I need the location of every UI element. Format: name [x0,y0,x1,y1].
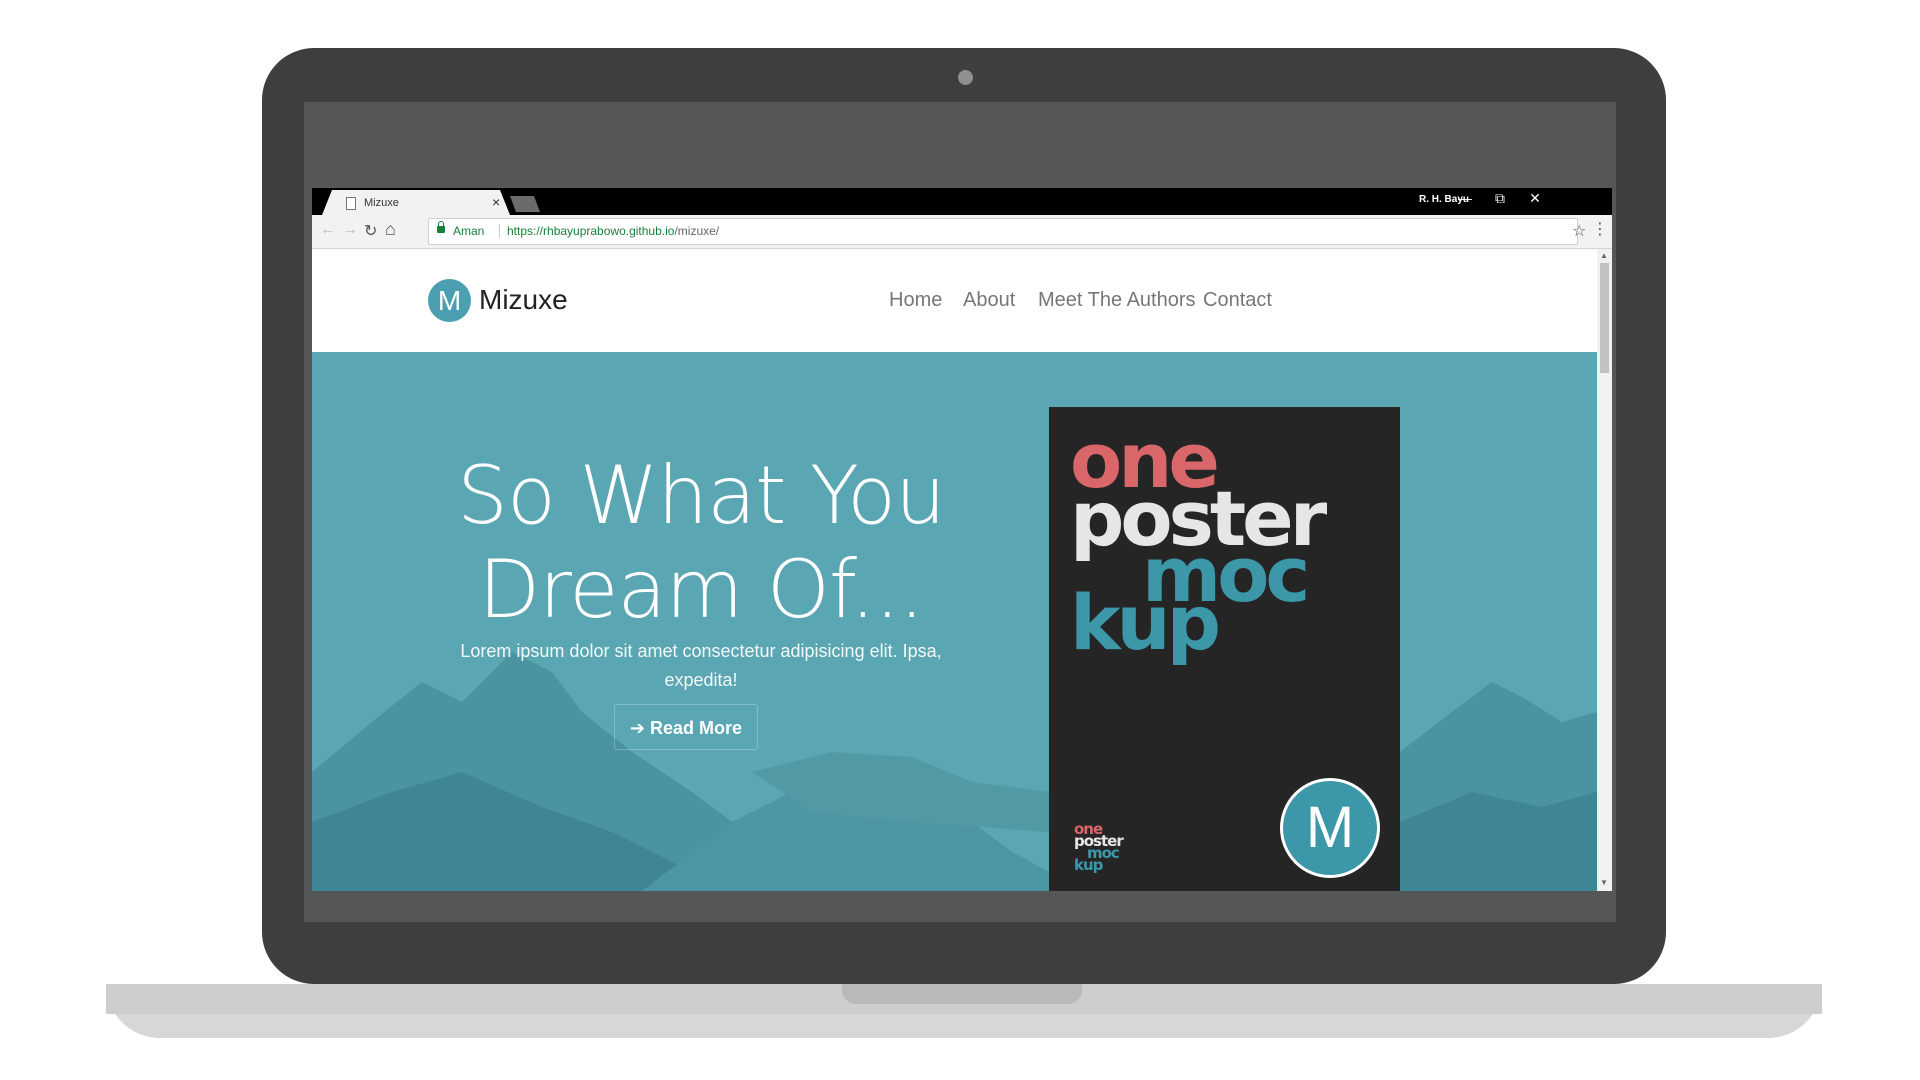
lock-icon [437,221,445,233]
camera-dot [958,70,973,85]
home-icon[interactable]: ⌂ [385,219,396,240]
back-icon[interactable]: ← [320,221,336,239]
hero-description: Lorem ipsum dolor sit amet consectetur a… [460,641,942,690]
browser-titlebar: Mizuxe × R. H. Bayu — ⧉ ✕ [312,188,1612,215]
close-window-icon[interactable]: ✕ [1525,190,1545,207]
address-bar[interactable]: Aman https://rhbayuprabowo.github.io/miz… [428,218,1586,245]
browser-toolbar: ← → ↻ ⌂ Aman https://rhbayuprabowo.githu… [312,215,1612,249]
browser-window: Mizuxe × R. H. Bayu — ⧉ ✕ ← → ↻ ⌂ Aman h… [312,188,1612,891]
hero-title: So What You Dream Of... [432,449,970,637]
browser-tab[interactable]: Mizuxe × [322,190,510,215]
hero-title-line-2: Dream Of... [478,543,925,636]
web-page: M Mizuxe Home About Meet The Authors Con… [312,249,1597,891]
address-divider [499,224,500,238]
browser-menu-icon[interactable]: ⋮ [1592,219,1608,239]
minimize-icon[interactable]: — [1455,190,1475,206]
brand-name[interactable]: Mizuxe [479,284,568,316]
read-more-button[interactable]: ➔ Read More [614,704,758,750]
laptop-notch [842,984,1082,1004]
scroll-up-icon[interactable]: ▲ [1600,251,1608,260]
url-path: /mizuxe/ [674,224,720,238]
nav-about[interactable]: About [963,289,1015,312]
forward-icon[interactable]: → [342,221,358,239]
poster-word-kup: kup [1070,578,1221,667]
bookmark-star-icon[interactable]: ☆ [1572,221,1586,241]
tab-title: Mizuxe [364,197,399,209]
arrow-right-icon: ➔ [629,718,646,738]
scroll-down-icon[interactable]: ▼ [1600,878,1608,887]
page-scrollbar[interactable]: ▲ ▼ [1597,249,1612,891]
brand-logo[interactable]: M [428,279,471,322]
page-icon [346,197,356,210]
poster-mockup: one poster moc kup one poster moc kup M [1049,407,1400,891]
nav-contact[interactable]: Contact [1203,289,1272,312]
close-tab-icon[interactable]: × [492,194,500,210]
secure-label: Aman [453,224,485,238]
new-tab-button[interactable] [510,196,540,212]
nav-home[interactable]: Home [889,289,942,312]
poster-mini-kup: kup [1074,856,1103,874]
reload-icon[interactable]: ↻ [364,221,377,241]
nav-meet-the-authors[interactable]: Meet The Authors [1038,289,1196,312]
poster-logo: M [1280,778,1380,878]
site-navbar: M Mizuxe Home About Meet The Authors Con… [312,249,1597,352]
url-text: https://rhbayuprabowo.github.io/mizuxe/ [507,224,719,238]
url-host: https://rhbayuprabowo.github.io [507,224,675,238]
restore-icon[interactable]: ⧉ [1490,190,1510,207]
hero-title-line-1: So What You [457,449,946,542]
scroll-thumb[interactable] [1600,263,1609,373]
hero-section: So What You Dream Of... Lorem ipsum dolo… [312,352,1597,891]
read-more-label: Read More [650,718,743,738]
